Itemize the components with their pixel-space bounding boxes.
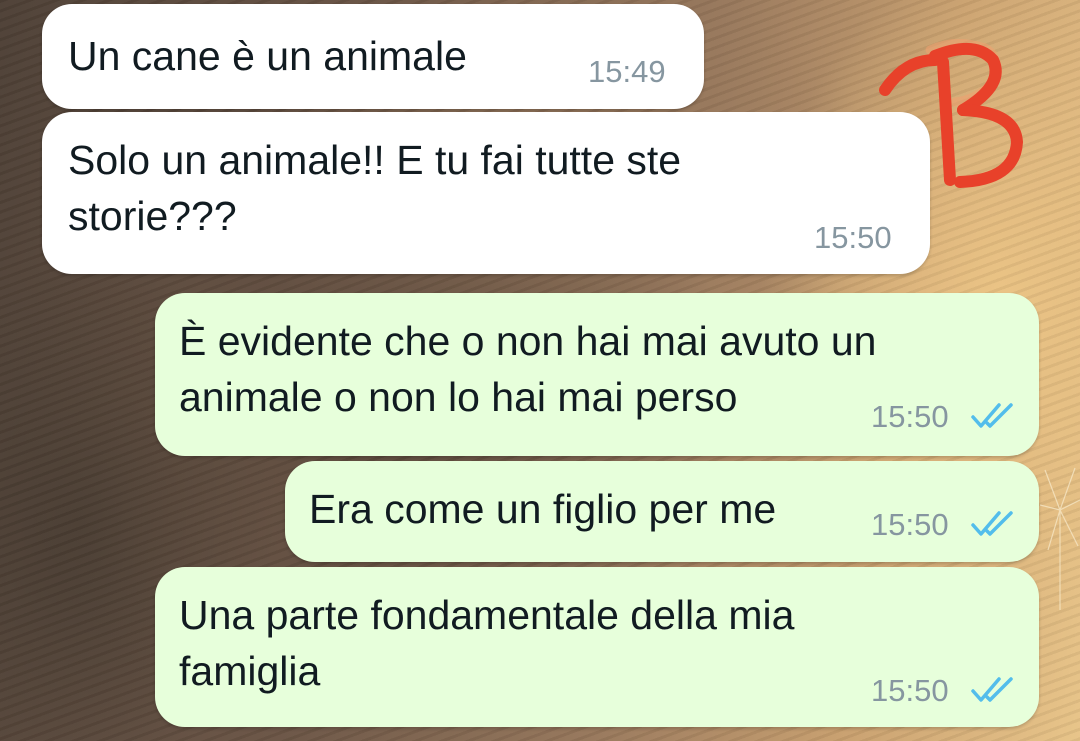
double-check-read-icon	[971, 511, 1013, 536]
message-text: Solo un animale!! E tu fai tutte ste sto…	[68, 137, 682, 239]
message-text: Era come un figlio per me	[309, 486, 777, 532]
message-timestamp: 15:50	[871, 673, 949, 708]
message-timestamp: 15:50	[871, 507, 949, 542]
message-timestamp: 15:50	[814, 220, 892, 255]
message-timestamp: 15:50	[871, 399, 949, 434]
message-bubble-incoming[interactable]: Solo un animale!! E tu fai tutte ste sto…	[42, 112, 930, 274]
message-bubble-outgoing[interactable]: È evidente che o non hai mai avuto un an…	[155, 293, 1039, 456]
message-timestamp: 15:49	[588, 54, 666, 89]
message-bubble-outgoing[interactable]: Una parte fondamentale della mia famigli…	[155, 567, 1039, 727]
message-bubble-incoming[interactable]: Un cane è un animale 15:49	[42, 4, 704, 109]
double-check-read-icon	[971, 677, 1013, 702]
message-text: Un cane è un animale	[68, 33, 467, 79]
message-text: Una parte fondamentale della mia famigli…	[179, 592, 795, 694]
message-bubble-outgoing[interactable]: Era come un figlio per me 15:50	[285, 461, 1039, 562]
b-letter-sticker	[879, 39, 1023, 188]
wallpaper-dandelion-decoration	[1040, 467, 1080, 610]
message-text: È evidente che o non hai mai avuto un an…	[179, 318, 877, 420]
double-check-read-icon	[971, 403, 1013, 428]
